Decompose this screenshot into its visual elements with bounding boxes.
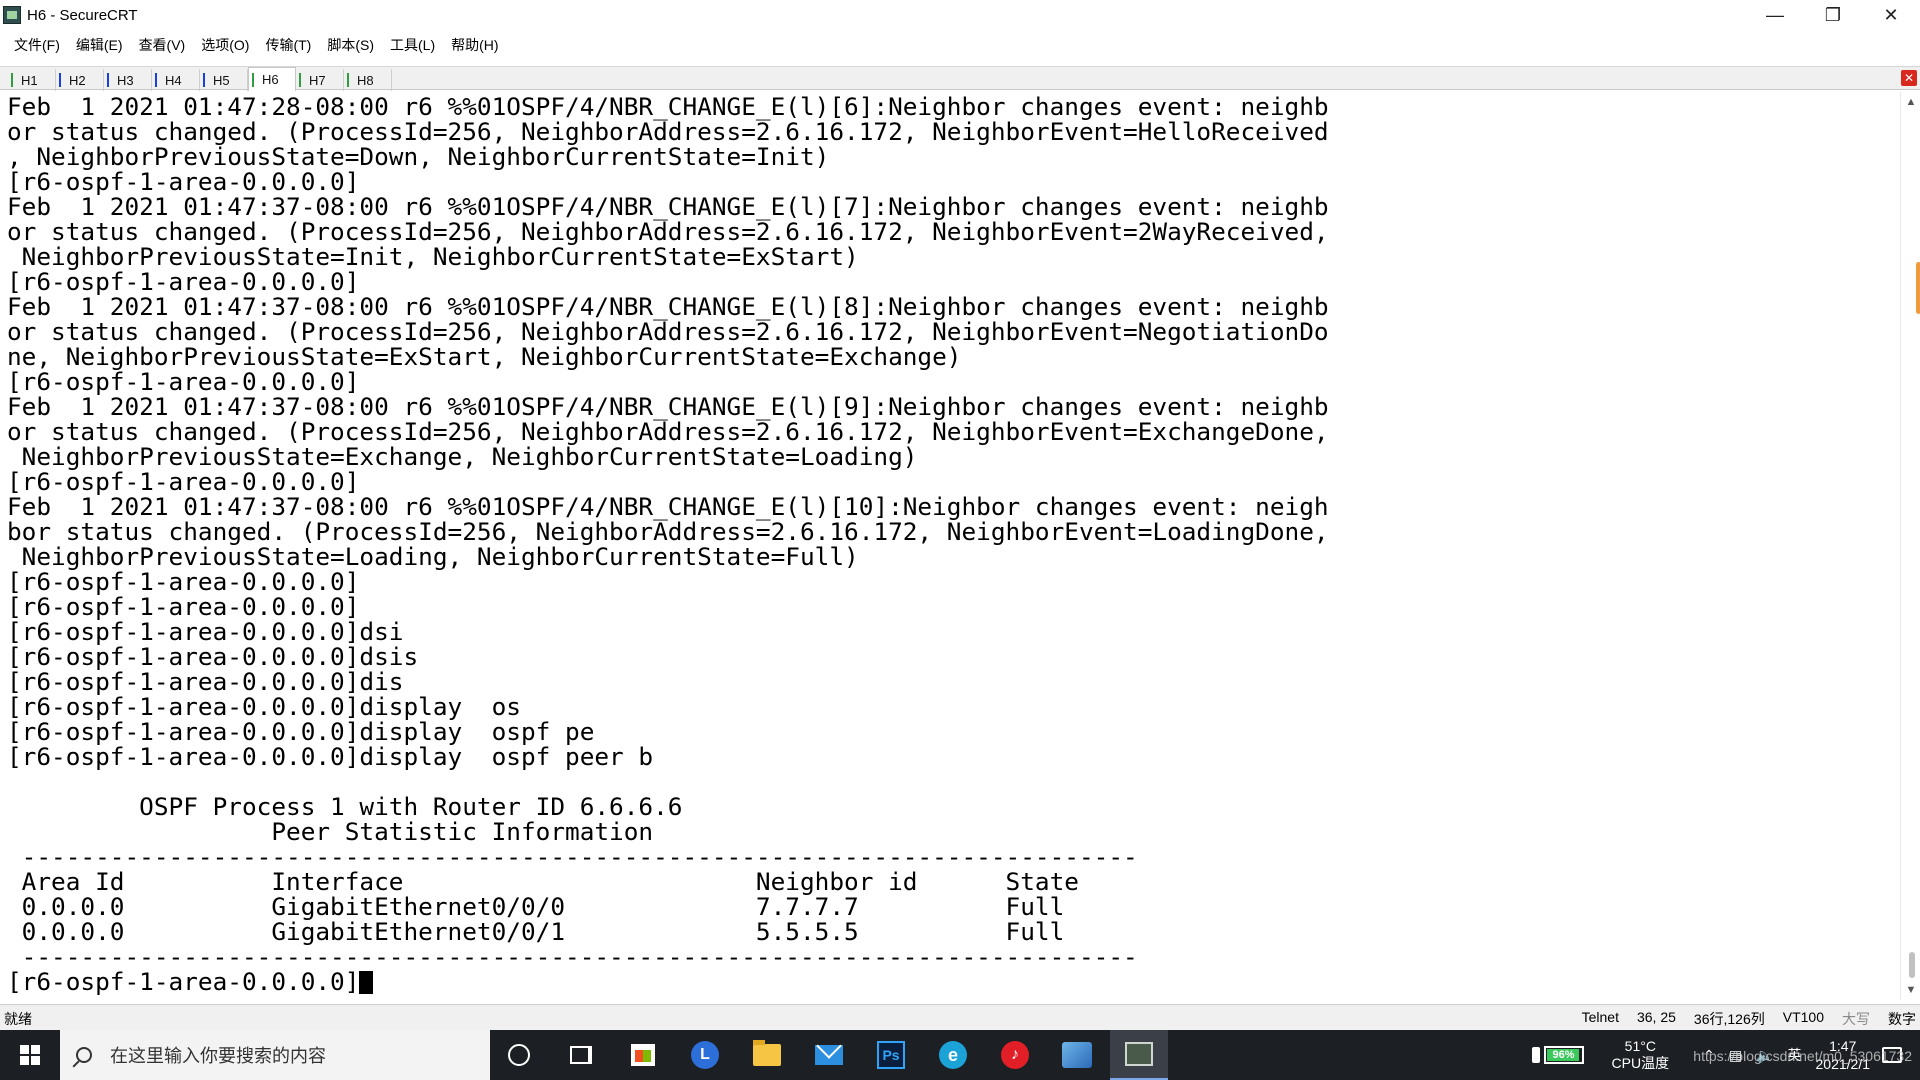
tab-status-icon (252, 72, 254, 87)
battery-icon: 96% (1543, 1046, 1584, 1064)
terminal-cursor (359, 971, 374, 994)
status-bar: 就绪 Telnet 36, 25 36行,126列 VT100 大写 数字 (0, 1004, 1920, 1030)
photoshop-icon: Ps (877, 1041, 905, 1069)
status-caps: 大写 (1842, 1011, 1870, 1027)
title-bar: H6 - SecureCRT — ❐ ✕ (0, 0, 1920, 30)
status-emulation: VT100 (1782, 1009, 1824, 1025)
tab-status-icon (203, 73, 205, 87)
scroll-up-icon[interactable]: ▲ (1901, 92, 1920, 112)
taskbar: 在这里输入你要搜索的内容 L Ps e ♪ 96% 51°C CPU温度 ⌃ ▤… (0, 1030, 1920, 1080)
tab-h5[interactable]: H5 (200, 69, 248, 91)
netease-music-button[interactable]: ♪ (986, 1030, 1044, 1080)
ensp-icon (1062, 1042, 1092, 1068)
tab-label: H1 (21, 72, 38, 88)
cpu-temp[interactable]: 51°C CPU温度 (1612, 1038, 1670, 1072)
session-tab-bar: H1 H2 H3 H4 H5 H6 H7 H8 ✕ (0, 66, 1920, 91)
status-protocol: Telnet (1581, 1009, 1619, 1025)
file-explorer-button[interactable] (738, 1030, 796, 1080)
menu-bar: 文件(F) 编辑(E) 查看(V) 选项(O) 传输(T) 脚本(S) 工具(L… (0, 30, 1920, 60)
status-size: 36行,126列 (1693, 1011, 1765, 1027)
folder-icon (753, 1040, 781, 1066)
status-cursor-pos: 36, 25 (1636, 1009, 1676, 1025)
menu-tools[interactable]: 工具(L) (382, 30, 443, 60)
terminal-output: Feb 1 2021 01:47:28-08:00 r6 %%01OSPF/4/… (7, 94, 1329, 994)
menu-view[interactable]: 查看(V) (131, 30, 194, 60)
browser-button[interactable]: e (924, 1030, 982, 1080)
store-button[interactable] (614, 1030, 672, 1080)
netease-music-icon: ♪ (1001, 1041, 1029, 1069)
cortana-button[interactable] (490, 1030, 548, 1080)
watermark: https://blog.csdn.net/m0_53061732 (1693, 1048, 1912, 1064)
mail-button[interactable] (800, 1030, 858, 1080)
ensp-button[interactable] (1048, 1030, 1106, 1080)
close-tab-icon[interactable]: ✕ (1901, 70, 1917, 86)
session-tabs: H1 H2 H3 H4 H5 H6 H7 H8 (8, 67, 392, 91)
scroll-thumb[interactable] (1909, 952, 1915, 978)
mail-icon (815, 1045, 843, 1065)
battery-text: 96% (1552, 1049, 1575, 1061)
tab-label: H5 (213, 72, 230, 88)
app-l-icon: L (691, 1041, 719, 1069)
tab-status-icon (59, 73, 61, 87)
battery-indicator[interactable]: 96% (1531, 1046, 1584, 1064)
search-icon (76, 1047, 92, 1063)
tab-label: H6 (262, 72, 279, 87)
tab-h3[interactable]: H3 (104, 69, 152, 91)
task-view-icon (570, 1046, 592, 1064)
cpu-temp-label: CPU温度 (1611, 1055, 1670, 1071)
windows-logo-icon (20, 1045, 40, 1065)
tab-status-icon (11, 73, 13, 87)
maximize-button[interactable]: ❐ (1804, 0, 1862, 30)
plug-icon (1531, 1047, 1540, 1063)
terminal-lines: Feb 1 2021 01:47:28-08:00 r6 %%01OSPF/4/… (7, 92, 1329, 971)
tab-h7[interactable]: H7 (296, 69, 344, 91)
tab-status-icon (299, 73, 301, 87)
status-ready: 就绪 (4, 1011, 32, 1027)
tab-h4[interactable]: H4 (152, 69, 200, 91)
terminal-line: [r6-ospf-1-area-0.0.0.0]display ospf pee… (7, 742, 654, 771)
task-view-button[interactable] (552, 1030, 610, 1080)
taskbar-search[interactable]: 在这里输入你要搜索的内容 (60, 1030, 490, 1080)
terminal-view[interactable]: Feb 1 2021 01:47:28-08:00 r6 %%01OSPF/4/… (0, 92, 1900, 1000)
securecrt-icon (3, 6, 21, 24)
terminal-scrollbar[interactable]: ▲ ▼ (1900, 92, 1920, 1000)
menu-options[interactable]: 选项(O) (193, 30, 257, 60)
menu-file[interactable]: 文件(F) (6, 30, 68, 60)
menu-transfer[interactable]: 传输(T) (257, 30, 319, 60)
tab-label: H8 (357, 72, 374, 88)
search-placeholder: 在这里输入你要搜索的内容 (110, 1046, 326, 1066)
close-button[interactable]: ✕ (1862, 0, 1920, 30)
minimize-button[interactable]: — (1746, 0, 1804, 30)
browser-icon: e (939, 1041, 967, 1069)
tab-h8[interactable]: H8 (344, 69, 392, 91)
scroll-down-icon[interactable]: ▼ (1901, 980, 1920, 1000)
tab-label: H7 (309, 72, 326, 88)
start-button[interactable] (0, 1030, 60, 1080)
tab-label: H3 (117, 72, 134, 88)
app-l-button[interactable]: L (676, 1030, 734, 1080)
securecrt-taskbar-button[interactable] (1110, 1030, 1168, 1080)
tab-label: H2 (69, 72, 86, 88)
status-num: 数字 (1888, 1011, 1916, 1027)
tab-h1[interactable]: H1 (8, 69, 56, 91)
tab-status-icon (347, 73, 349, 87)
menu-script[interactable]: 脚本(S) (319, 30, 382, 60)
tab-h2[interactable]: H2 (56, 69, 104, 91)
window-title: H6 - SecureCRT (27, 6, 138, 24)
scroll-marker (1916, 262, 1920, 314)
tab-h6[interactable]: H6 (248, 67, 296, 91)
terminal-prompt: [r6-ospf-1-area-0.0.0.0] (7, 967, 360, 996)
cpu-temp-value: 51°C (1624, 1038, 1656, 1054)
store-icon (631, 1044, 655, 1066)
menu-edit[interactable]: 编辑(E) (68, 30, 131, 60)
cortana-icon (508, 1044, 530, 1066)
tab-status-icon (107, 73, 109, 87)
menu-help[interactable]: 帮助(H) (443, 30, 506, 60)
tab-status-icon (155, 73, 157, 87)
tab-label: H4 (165, 72, 182, 88)
photoshop-button[interactable]: Ps (862, 1030, 920, 1080)
securecrt-taskbar-icon (1125, 1042, 1153, 1066)
